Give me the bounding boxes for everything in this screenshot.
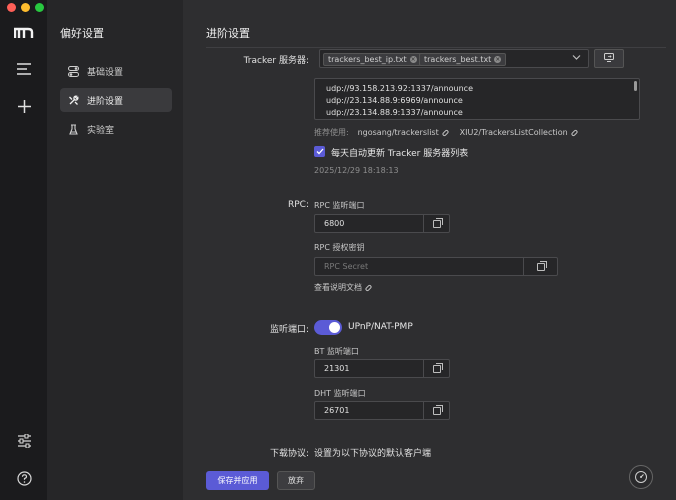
xiu2-link[interactable]: XIU2/TrackersListCollection [460, 128, 579, 137]
tracker-label: Tracker 服务器: [243, 56, 309, 66]
menu-lines-icon[interactable] [12, 61, 36, 77]
tracker-tag[interactable]: trackers_best.txt × [419, 53, 507, 66]
sidebar-item-label: 基础设置 [87, 67, 124, 78]
close-window-button[interactable] [7, 3, 16, 12]
rpc-label: RPC: [288, 200, 309, 210]
sidebar-title: 偏好设置 [60, 27, 104, 40]
ngosang-link[interactable]: ngosang/trackerslist [358, 128, 450, 137]
page-title: 进阶设置 [206, 27, 250, 40]
sync-tracker-button[interactable] [594, 49, 624, 68]
check-icon [316, 148, 323, 155]
flask-icon [68, 123, 79, 135]
last-update-time: 2025/12/29 18:18:13 [314, 166, 399, 175]
settings-main: 进阶设置 Tracker 服务器: trackers_best_ip.txt × … [183, 0, 676, 500]
tracker-line: udp://23.134.88.9:6969/announce [326, 96, 463, 105]
copy-icon[interactable] [523, 258, 557, 275]
tracker-line: udp://93.158.213.92:1337/announce [326, 84, 473, 93]
protocol-desc: 设置为以下协议的默认客户端 [314, 449, 432, 459]
tracker-line: udp://23.134.88.9:1337/announce [326, 108, 463, 117]
minimize-window-button[interactable] [21, 3, 30, 12]
upnp-toggle[interactable] [314, 320, 342, 335]
remove-tag-icon[interactable]: × [494, 56, 502, 63]
bt-port-input[interactable]: 21301 [314, 359, 450, 378]
link-icon [570, 128, 579, 137]
m-logo-icon [12, 26, 36, 40]
rpc-secret-input[interactable]: RPC Secret [314, 257, 558, 276]
toggle-icon [68, 65, 79, 77]
sidebar-item-advanced[interactable]: 进阶设置 [60, 88, 172, 112]
rpc-port-label: RPC 监听端口 [314, 201, 365, 210]
upnp-label: UPnP/NAT-PMP [348, 322, 413, 332]
bt-port-label: BT 监听端口 [314, 347, 359, 356]
link-icon [364, 283, 373, 292]
rpc-port-input[interactable]: 6800 [314, 214, 450, 233]
listen-port-label: 监听端口: [269, 325, 309, 335]
discard-button[interactable]: 放弃 [277, 471, 315, 490]
toggle-knob [329, 322, 340, 333]
link-icon [441, 128, 450, 137]
copy-icon[interactable] [423, 360, 449, 377]
sidebar-item-basic[interactable]: 基础设置 [60, 59, 172, 83]
tracker-source-select[interactable]: trackers_best_ip.txt × trackers_best.txt × [319, 49, 589, 68]
protocol-label: 下载协议: [269, 449, 309, 459]
preferences-sidebar: 偏好设置 基础设置 进阶设置 实验室 [47, 0, 183, 500]
plus-icon[interactable] [12, 97, 36, 115]
sidebar-item-label: 实验室 [87, 125, 115, 136]
rpc-secret-label: RPC 授权密钥 [314, 243, 365, 252]
auto-update-checkbox[interactable] [314, 146, 325, 157]
speedometer-icon [635, 471, 647, 483]
remove-tag-icon[interactable]: × [409, 56, 417, 63]
sidebar-item-label: 进阶设置 [87, 96, 124, 107]
title-divider [206, 47, 666, 48]
auto-update-label: 每天自动更新 Tracker 服务器列表 [331, 149, 469, 159]
app-rail [0, 0, 47, 500]
chevron-down-icon[interactable] [572, 54, 581, 64]
wrench-icon [68, 95, 79, 106]
textarea-scrollbar[interactable] [634, 81, 637, 91]
speedometer-button[interactable] [629, 465, 653, 489]
rpc-docs-link[interactable]: 查看说明文档 [314, 282, 373, 293]
sidebar-item-lab[interactable]: 实验室 [60, 117, 172, 141]
sliders-icon[interactable] [12, 432, 36, 450]
zoom-window-button[interactable] [35, 3, 44, 12]
tracker-tag[interactable]: trackers_best_ip.txt × [323, 53, 422, 66]
copy-icon[interactable] [423, 215, 449, 232]
tracker-recommend: 推荐使用: ngosang/trackerslist XIU2/Trackers… [314, 127, 579, 138]
tracker-list-textarea[interactable]: udp://93.158.213.92:1337/announce udp://… [314, 78, 640, 120]
copy-icon[interactable] [423, 402, 449, 419]
sync-icon [604, 52, 614, 65]
save-apply-button[interactable]: 保存并应用 [206, 471, 269, 490]
help-circle-icon[interactable] [12, 469, 36, 487]
dht-port-label: DHT 监听端口 [314, 389, 366, 398]
dht-port-input[interactable]: 26701 [314, 401, 450, 420]
